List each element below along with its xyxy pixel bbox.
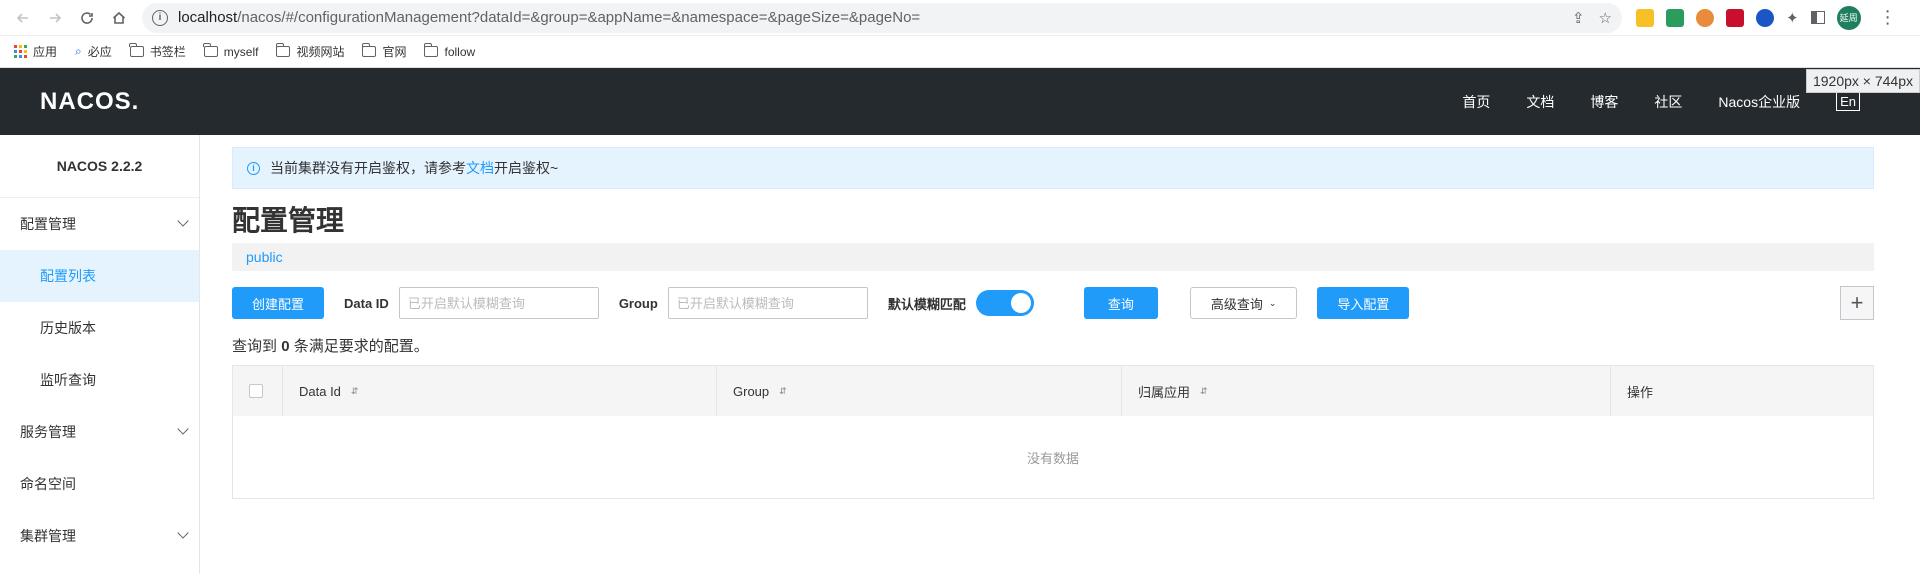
reload-icon (81, 11, 93, 24)
sidebar-item-config-management[interactable]: 配置管理 (0, 198, 199, 250)
language-toggle[interactable]: En (1836, 92, 1860, 111)
bookmark-apps[interactable]: 应用 (14, 43, 57, 60)
share-icon[interactable]: ⇪ (1572, 9, 1585, 27)
folder-icon (129, 43, 144, 57)
home-button[interactable] (104, 3, 134, 33)
search-icon: ⌕ (75, 44, 82, 58)
auth-notice: i 当前集群没有开启鉴权，请参考 文档 开启鉴权~ (232, 147, 1874, 189)
folder-icon (361, 43, 377, 57)
side-panel-icon[interactable] (1810, 11, 1825, 24)
app-header: NACOS. 首页 文档 博客 社区 Nacos企业版 En 1920px × … (0, 68, 1920, 135)
browser-toolbar: i localhost/nacos/#/configurationManagem… (0, 0, 1920, 36)
result-count: 0 (281, 338, 290, 355)
bookmark-folder[interactable]: follow (423, 43, 475, 59)
sidebar-item-listener-query[interactable]: 监听查询 (0, 354, 199, 406)
nav-docs[interactable]: 文档 (1526, 92, 1554, 112)
search-button[interactable]: 查询 (1083, 287, 1158, 319)
chevron-down-icon: ⌄ (1268, 297, 1277, 308)
group-input[interactable] (667, 287, 868, 319)
namespace-bar: public (232, 243, 1874, 271)
bookmark-folder[interactable]: 视频网站 (275, 43, 344, 60)
browser-menu-icon[interactable]: ⋮ (1879, 7, 1897, 28)
group-label: Group (618, 295, 658, 311)
star-icon[interactable]: ☆ (1599, 9, 1612, 27)
apps-icon (14, 45, 27, 58)
arrow-right-icon (50, 12, 62, 23)
sort-icon[interactable]: ⇵ (779, 386, 787, 397)
chevron-down-icon (177, 527, 189, 539)
address-bar[interactable]: i localhost/nacos/#/configurationManagem… (142, 2, 1622, 33)
dataid-label: Data ID (344, 295, 389, 311)
sidebar: NACOS 2.2.2 配置管理 配置列表 历史版本 监听查询 服务管理 命名空… (0, 135, 200, 574)
chevron-down-icon (177, 215, 189, 227)
config-table: Data Id ⇵ Group ⇵ 归属应用 ⇵ 操作 没有数据 (232, 365, 1874, 499)
nav-home[interactable]: 首页 (1462, 92, 1490, 112)
bookmark-bing[interactable]: ⌕ 必应 (75, 43, 112, 60)
bookmark-folder[interactable]: 官网 (361, 43, 406, 60)
info-icon: i (247, 161, 260, 175)
sidebar-item-service-management[interactable]: 服务管理 (0, 406, 199, 458)
add-icon[interactable]: + (1840, 286, 1874, 320)
main-content: i 当前集群没有开启鉴权，请参考 文档 开启鉴权~ 配置管理 public 创建配置… (200, 135, 1920, 574)
nav-blog[interactable]: 博客 (1590, 92, 1618, 112)
fuzzy-match-toggle[interactable] (975, 290, 1034, 316)
nav-enterprise[interactable]: Nacos企业版 (1718, 92, 1800, 112)
extension-download-icon[interactable] (1636, 8, 1654, 27)
extension-dn-icon[interactable] (1666, 8, 1684, 27)
dataid-input[interactable] (398, 287, 599, 319)
arrow-left-icon (16, 12, 28, 23)
folder-icon (203, 43, 218, 57)
advanced-query-dropdown[interactable]: 高级查询 ⌄ (1189, 287, 1298, 319)
sidebar-item-config-list[interactable]: 配置列表 (0, 250, 199, 302)
column-actions: 操作 (1627, 384, 1654, 400)
sidebar-item-history[interactable]: 历史版本 (0, 302, 199, 354)
result-summary: 查询到 0 条满足要求的配置。 (232, 338, 429, 355)
folder-icon (423, 43, 439, 57)
column-data-id[interactable]: Data Id ⇵ (283, 366, 717, 416)
column-group[interactable]: Group ⇵ (717, 366, 1122, 416)
nav-community[interactable]: 社区 (1654, 92, 1682, 112)
create-config-button[interactable]: 创建配置 (232, 287, 325, 319)
empty-state: 没有数据 (1026, 450, 1079, 466)
url-text: localhost/nacos/#/configurationManagemen… (178, 9, 921, 26)
fuzzy-match-label: 默认模糊匹配 (887, 296, 966, 312)
select-all-cell (233, 366, 283, 416)
back-button[interactable] (8, 3, 38, 33)
sidebar-item-namespace[interactable]: 命名空间 (0, 458, 199, 510)
site-info-icon[interactable]: i (152, 9, 168, 26)
extensions-puzzle-icon[interactable]: ✦ (1786, 9, 1799, 27)
viewport-size-tooltip: 1920px × 744px (1805, 69, 1920, 93)
docs-link[interactable]: 文档 (466, 158, 494, 178)
profile-avatar[interactable]: 延周 (1836, 5, 1861, 30)
page-title: 配置管理 (232, 205, 345, 236)
query-toolbar: 创建配置 Data ID Group 默认模糊匹配 查询 高级查询 ⌄ 导入配置… (232, 286, 1874, 320)
extension-triangle-icon[interactable] (1756, 8, 1774, 27)
version-label: NACOS 2.2.2 (0, 135, 199, 198)
top-nav: 首页 文档 博客 社区 Nacos企业版 En (1462, 92, 1860, 112)
sidebar-item-cluster-management[interactable]: 集群管理 (0, 510, 199, 562)
home-icon (112, 11, 126, 24)
folder-icon (275, 43, 291, 57)
table-header: Data Id ⇵ Group ⇵ 归属应用 ⇵ 操作 (233, 366, 1873, 416)
forward-button[interactable] (40, 3, 70, 33)
reload-button[interactable] (72, 3, 102, 33)
nacos-logo[interactable]: NACOS. (40, 88, 139, 116)
sort-icon[interactable]: ⇵ (351, 386, 359, 397)
extension-ublock-icon[interactable] (1726, 8, 1744, 27)
select-all-checkbox[interactable] (249, 384, 263, 398)
bookmarks-bar: 应用 ⌕ 必应 书签栏 myself 视频网站 官网 follow (0, 36, 1920, 68)
bookmark-folder[interactable]: myself (203, 43, 258, 59)
import-config-button[interactable]: 导入配置 (1317, 287, 1410, 319)
extension-tiger-icon[interactable] (1696, 8, 1714, 27)
namespace-public[interactable]: public (246, 249, 283, 265)
sort-icon[interactable]: ⇵ (1200, 386, 1208, 397)
column-app[interactable]: 归属应用 ⇵ (1122, 366, 1611, 416)
chevron-down-icon (177, 423, 189, 435)
bookmark-folder[interactable]: 书签栏 (129, 43, 186, 60)
